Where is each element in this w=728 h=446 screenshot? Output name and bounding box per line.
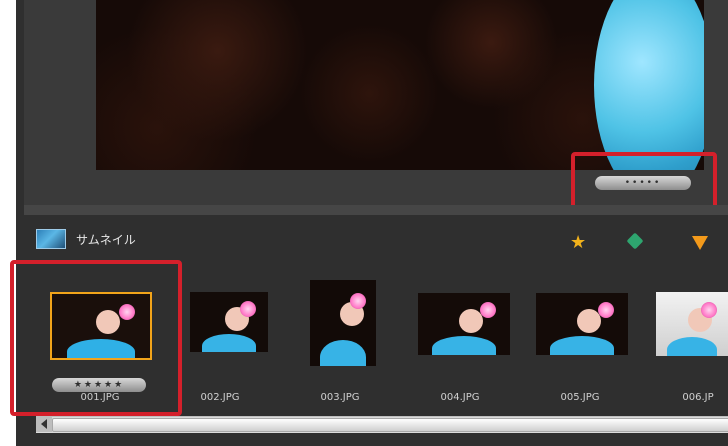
thumbnail-image-003[interactable] (310, 280, 376, 366)
thumbnail-image-002[interactable] (190, 292, 268, 352)
thumbnail-005-body (549, 336, 615, 355)
thumbnail-006-flower (701, 301, 718, 318)
thumbnail-image-004[interactable] (418, 293, 510, 355)
scroll-left-button[interactable] (36, 416, 52, 432)
highlight-box-viewer-rating (571, 152, 717, 212)
scrollbar-thumb[interactable] (52, 418, 728, 432)
thumbnail-004-label: 004.JPG (440, 392, 480, 403)
thumbnail-006-body (666, 336, 718, 356)
highlight-box-thumbnail-001 (10, 260, 182, 416)
panel-divider[interactable] (24, 205, 728, 215)
thumbnail-header: サムネイル (36, 228, 136, 250)
filter-icon[interactable] (692, 236, 708, 250)
thumbnail-title: サムネイル (76, 232, 136, 247)
star-icon[interactable]: ★ (570, 232, 586, 253)
photo-subject-sleeve (594, 0, 704, 170)
thumbnail-image-005[interactable] (536, 293, 628, 355)
thumbnail-003-body (319, 340, 367, 366)
thumbnail-002-label: 002.JPG (200, 392, 240, 403)
thumbnail-005-label: 005.JPG (560, 392, 600, 403)
thumbnail-panel-icon (36, 229, 66, 249)
thumbnail-image-006[interactable] (656, 292, 728, 356)
thumbnail-003-label: 003.JPG (320, 392, 360, 403)
main-photo[interactable] (96, 0, 704, 170)
thumbnail-002-body (201, 334, 257, 352)
thumbnail-002-flower (240, 301, 257, 317)
thumbnail-004-body (431, 336, 497, 355)
thumbnail-006-label: 006.JP (682, 392, 714, 403)
thumbnail-003-flower (350, 292, 367, 309)
thumbnail-004-flower (480, 302, 497, 319)
thumbnail-005-flower (598, 302, 615, 319)
